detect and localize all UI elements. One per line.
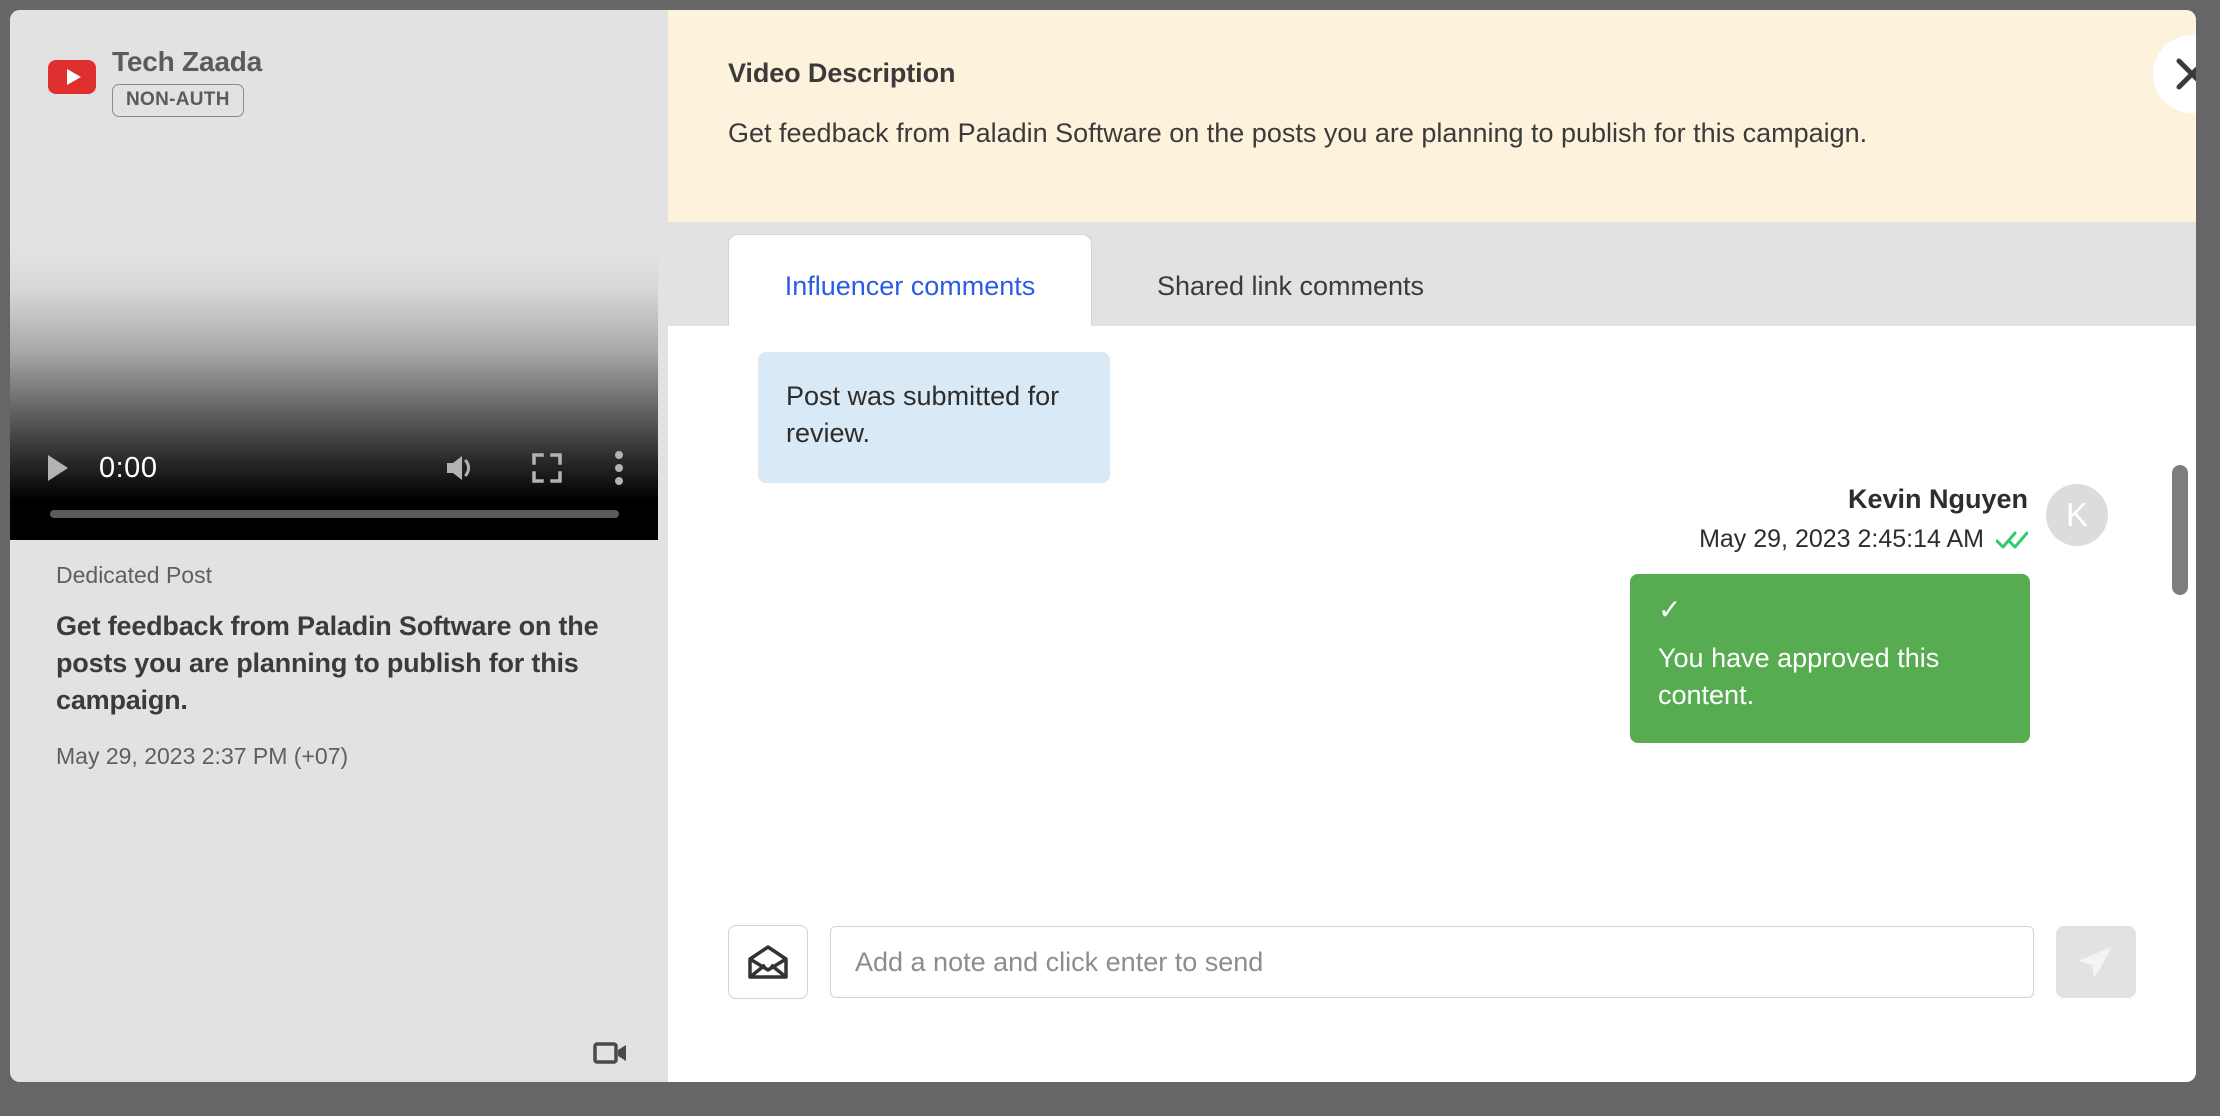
video-controls: 0:00	[10, 438, 658, 498]
comments-scrollbar-thumb[interactable]	[2172, 465, 2188, 595]
channel-meta: Tech Zaada NON-AUTH	[112, 46, 262, 118]
video-description-body: Get feedback from Paladin Software on th…	[728, 118, 1868, 148]
note-input[interactable]	[830, 926, 2034, 998]
post-title: Get feedback from Paladin Software on th…	[56, 610, 599, 716]
send-plane-icon	[2078, 946, 2114, 978]
post-type-label: Dedicated Post	[56, 562, 212, 588]
comments-tabs: Influencer comments Shared link comments	[668, 222, 2196, 338]
fullscreen-icon	[532, 453, 562, 483]
comment-author-meta: Kevin Nguyen May 29, 2023 2:45:14 AM	[1699, 484, 2028, 554]
send-button[interactable]	[2056, 926, 2136, 998]
comment-text: Post was submitted for review.	[786, 381, 1060, 449]
comment-bubble-approved: ✓ You have approved this content.	[1630, 574, 2030, 743]
content-review-modal: Tech Zaada NON-AUTH 0:00 Dedicated Post …	[10, 10, 2196, 1082]
more-vertical-icon	[615, 451, 623, 485]
more-options-button[interactable]	[614, 451, 624, 485]
tab-influencer-comments-label: Influencer comments	[784, 271, 1036, 301]
comment-timestamp: May 29, 2023 2:45:14 AM	[1699, 525, 1984, 553]
post-date: May 29, 2023 2:37 PM (+07)	[56, 743, 349, 770]
play-icon	[48, 455, 68, 481]
comment-composer	[668, 916, 2196, 1008]
check-icon: ✓	[1658, 594, 1682, 625]
approval-text: You have approved this content.	[1658, 643, 1940, 711]
video-camera-icon	[593, 1040, 629, 1071]
video-time: 0:00	[99, 451, 158, 484]
avatar-initial: K	[2065, 496, 2088, 533]
comment-bubble-system: Post was submitted for review.	[758, 352, 1110, 483]
channel-name: Tech Zaada	[112, 46, 262, 77]
video-player[interactable]: 0:00	[10, 160, 658, 540]
comment-timestamp-row: May 29, 2023 2:45:14 AM	[1699, 525, 2028, 554]
video-progress-bar[interactable]	[50, 510, 619, 518]
close-icon	[2176, 58, 2196, 90]
fullscreen-button[interactable]	[532, 453, 562, 483]
video-description-title: Video Description	[728, 58, 956, 88]
comment-author-name: Kevin Nguyen	[1847, 484, 2028, 514]
volume-icon	[447, 456, 471, 480]
play-button[interactable]	[48, 455, 68, 481]
auth-status-badge: NON-AUTH	[112, 84, 244, 118]
youtube-icon	[48, 60, 96, 94]
screen: Tech Zaada NON-AUTH 0:00 Dedicated Post …	[0, 0, 2220, 1116]
attach-note-button[interactable]	[728, 925, 808, 999]
tab-influencer-comments[interactable]: Influencer comments	[728, 234, 1092, 338]
avatar: K	[2046, 484, 2108, 546]
channel-header: Tech Zaada NON-AUTH	[48, 46, 262, 118]
comments-panel: Video Description Get feedback from Pala…	[668, 10, 2196, 1082]
double-check-icon	[1996, 531, 2028, 548]
volume-button[interactable]	[444, 452, 480, 484]
video-description-band: Video Description Get feedback from Pala…	[668, 10, 2196, 222]
post-info: Dedicated Post Get feedback from Paladin…	[56, 562, 611, 770]
open-envelope-icon	[748, 945, 788, 979]
comments-thread: Post was submitted for review. Kevin Ngu…	[668, 326, 2196, 1082]
tab-shared-link-comments[interactable]: Shared link comments	[1123, 234, 1458, 338]
comment-author-row: Kevin Nguyen May 29, 2023 2:45:14 AM K	[1699, 484, 2108, 554]
comment-message-outgoing: Kevin Nguyen May 29, 2023 2:45:14 AM K ✓…	[1348, 484, 2108, 743]
video-preview-panel: Tech Zaada NON-AUTH 0:00 Dedicated Post …	[10, 10, 658, 1082]
tab-shared-link-comments-label: Shared link comments	[1156, 270, 1425, 301]
